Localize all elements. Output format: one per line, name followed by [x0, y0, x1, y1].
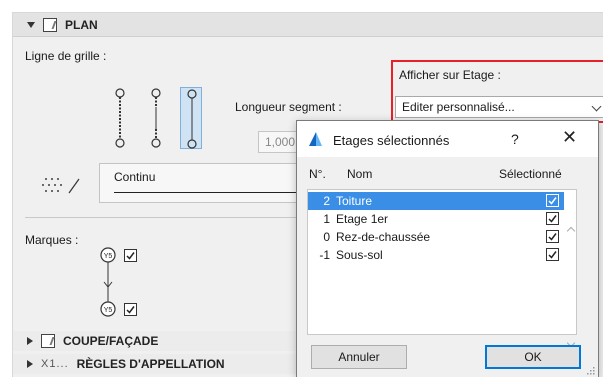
- list-item[interactable]: 2 Toiture: [308, 192, 564, 210]
- dialog-titlebar[interactable]: Etages sélectionnés ? ✕: [297, 121, 598, 157]
- section-title-naming: RÈGLES D'APPELLATION: [76, 357, 225, 371]
- ok-button[interactable]: OK: [485, 345, 581, 369]
- checkmark-icon: [126, 306, 135, 314]
- marker-top-checkbox[interactable]: [124, 249, 137, 262]
- section-title-coupe: COUPE/FAÇADE: [63, 334, 159, 348]
- marker-bottom-checkbox[interactable]: [124, 303, 137, 316]
- line-type-select[interactable]: Continu: [99, 163, 311, 203]
- floor-name: Rez-de-chaussée: [336, 230, 431, 244]
- floor-number: -1: [319, 248, 330, 262]
- column-header-selected: Sélectionné: [499, 167, 562, 181]
- floor-display-select[interactable]: Editer personnalisé...: [395, 96, 603, 118]
- checkmark-icon: [548, 251, 557, 259]
- section-header-plan[interactable]: PLAN: [13, 13, 603, 37]
- svg-text:Y5: Y5: [104, 253, 113, 260]
- section-elevation-icon: [41, 334, 55, 348]
- column-header-name: Nom: [347, 167, 373, 181]
- floor-display-label: Afficher sur Etage :: [399, 68, 501, 82]
- app-logo-icon: [309, 132, 322, 146]
- dialog-body: N°. Nom Sélectionné 2 Toiture 1 Etage 1e…: [297, 157, 598, 377]
- svg-text:Y5: Y5: [104, 307, 113, 314]
- expand-triangle-icon[interactable]: [27, 360, 33, 368]
- column-header-num: N°.: [309, 167, 326, 181]
- list-item[interactable]: -1 Sous-sol: [308, 246, 564, 264]
- grid-line-option-dotted[interactable]: [109, 87, 131, 149]
- section-header-coupe[interactable]: COUPE/FAÇADE: [13, 331, 298, 351]
- line-type-sample: [114, 192, 304, 193]
- expand-triangle-icon[interactable]: [27, 337, 33, 345]
- scroll-up-icon[interactable]: [566, 226, 576, 236]
- floor-number: 2: [323, 194, 330, 208]
- floors-list[interactable]: 2 Toiture 1 Etage 1er 0 Rez-de-chaussée …: [307, 189, 577, 348]
- floor-checkbox[interactable]: [546, 212, 559, 225]
- floor-number: 1: [323, 212, 330, 226]
- plan-section-icon: [43, 17, 57, 32]
- checkmark-icon: [548, 215, 557, 223]
- floor-checkbox[interactable]: [546, 194, 559, 207]
- dialog-title: Etages sélectionnés: [333, 133, 450, 148]
- floor-name: Toiture: [336, 194, 373, 208]
- line-pattern-icon: [42, 178, 80, 194]
- grid-line-option-partial[interactable]: [145, 87, 167, 149]
- grid-line-dotted-icon: [115, 88, 125, 148]
- chevron-down-icon: [591, 101, 602, 112]
- grid-line-plain-icon: [187, 89, 197, 149]
- section-header-naming[interactable]: X1... RÈGLES D'APPELLATION: [13, 354, 298, 374]
- line-type-value: Continu: [114, 170, 156, 184]
- resize-grip-icon[interactable]: [587, 367, 595, 375]
- floor-name: Sous-sol: [336, 248, 383, 262]
- help-button[interactable]: ?: [511, 131, 519, 147]
- segment-length-label: Longueur segment :: [235, 100, 342, 114]
- naming-prefix-icon: X1...: [41, 358, 69, 370]
- list-item[interactable]: 0 Rez-de-chaussée: [308, 228, 564, 246]
- grid-line-label: Ligne de grille :: [25, 49, 107, 63]
- markers-label: Marques :: [25, 233, 79, 247]
- section-title-plan: PLAN: [65, 17, 98, 32]
- collapse-triangle-icon[interactable]: [27, 21, 35, 28]
- floor-checkbox[interactable]: [546, 230, 559, 243]
- floor-display-value: Editer personnalisé...: [402, 100, 515, 114]
- cancel-button[interactable]: Annuler: [311, 345, 407, 369]
- checkmark-icon: [126, 252, 135, 260]
- grid-line-partial-icon: [151, 88, 161, 148]
- divider: [25, 217, 310, 218]
- floor-number: 0: [323, 230, 330, 244]
- floor-name: Etage 1er: [336, 212, 389, 226]
- floor-checkbox[interactable]: [546, 248, 559, 261]
- selected-floors-dialog: Etages sélectionnés ? ✕ N°. Nom Sélectio…: [296, 120, 599, 377]
- grid-line-option-plain[interactable]: [180, 87, 202, 149]
- close-button[interactable]: ✕: [562, 127, 577, 148]
- checkmark-icon: [548, 233, 557, 241]
- list-item[interactable]: 1 Etage 1er: [308, 210, 564, 228]
- checkmark-icon: [548, 197, 557, 205]
